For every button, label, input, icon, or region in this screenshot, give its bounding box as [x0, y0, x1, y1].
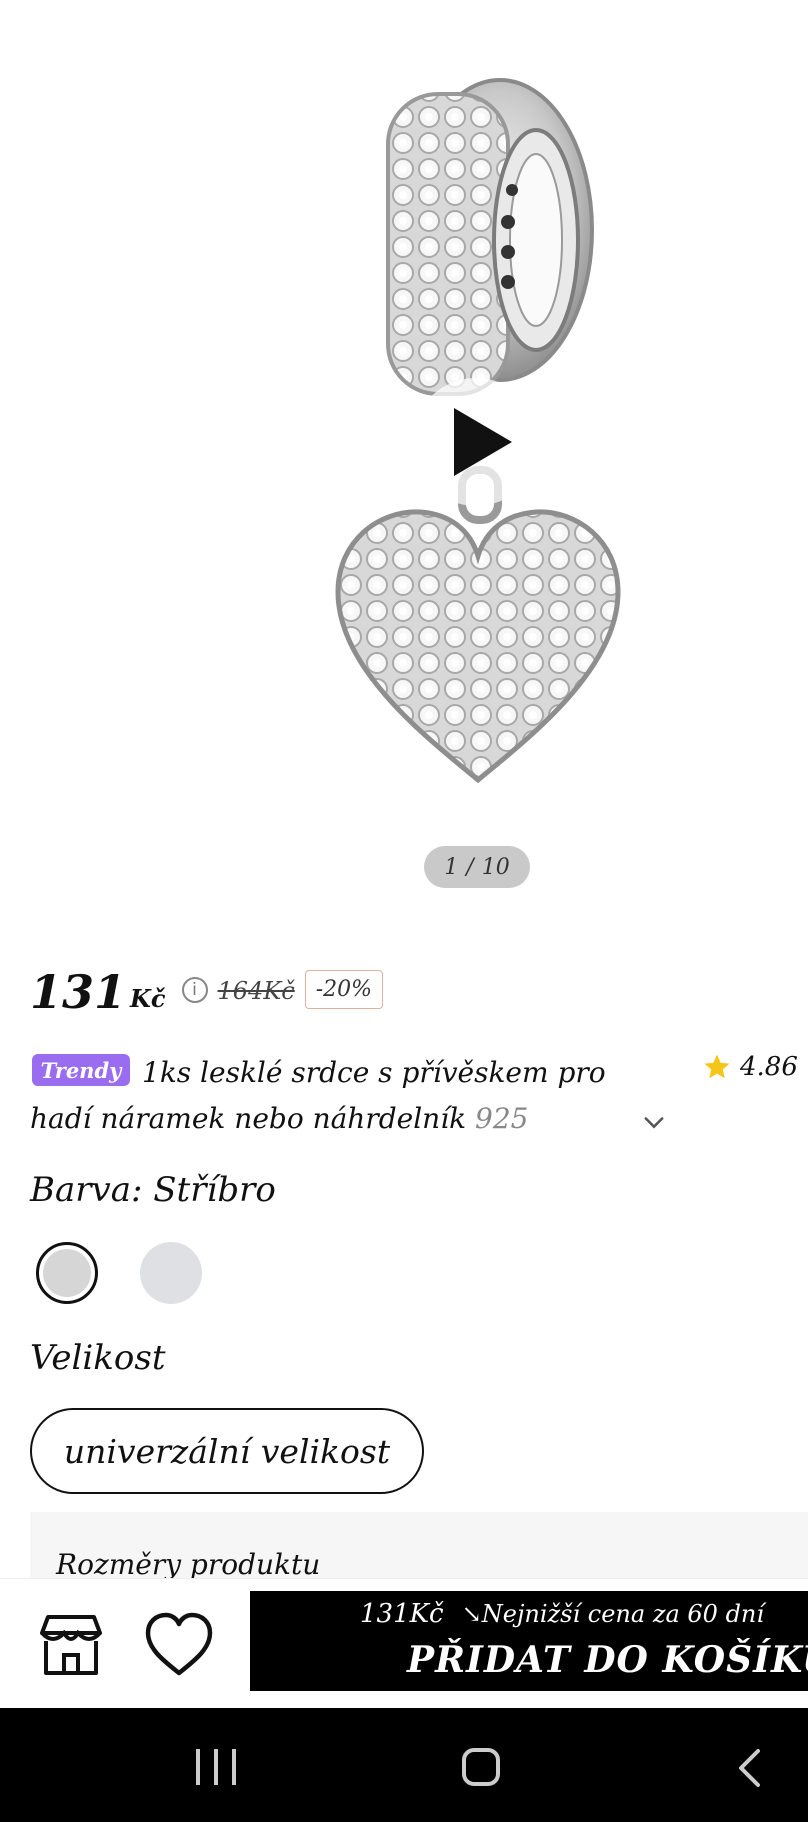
add-to-cart-button[interactable]: 131Kč ↘Nejnižší cena za 60 dní PŘIDAT DO…: [250, 1591, 808, 1691]
counter-current: 1: [444, 854, 459, 880]
cart-price: 131Kč: [360, 1599, 444, 1629]
bottom-action-bar: 131Kč ↘Nejnižší cena za 60 dní PŘIDAT DO…: [0, 1578, 808, 1708]
counter-separator: /: [466, 854, 474, 880]
trendy-badge: Trendy: [32, 1054, 130, 1086]
current-price: 131: [30, 965, 127, 1019]
color-label: Barva: Stříbro: [30, 1170, 276, 1210]
gallery-counter: 1 / 10: [424, 846, 530, 888]
product-dimensions-section[interactable]: Rozměry produktu: [30, 1512, 808, 1582]
heart-icon[interactable]: [144, 1611, 214, 1677]
price-currency: Kč: [130, 984, 166, 1013]
cart-price-row: 131Kč ↘Nejnižší cena za 60 dní: [360, 1599, 764, 1629]
rating[interactable]: 4.86: [702, 1052, 798, 1082]
product-gallery[interactable]: 1 / 10: [0, 0, 808, 910]
rating-value: 4.86: [740, 1052, 798, 1082]
original-price: 164Kč: [217, 977, 295, 1005]
back-icon[interactable]: [736, 1748, 762, 1788]
size-option-button[interactable]: univerzální velikost: [30, 1408, 424, 1494]
star-icon: [704, 1054, 730, 1079]
chevron-down-icon[interactable]: [640, 1108, 668, 1136]
product-image: [335, 78, 621, 784]
color-swatch-selected[interactable]: [36, 1242, 98, 1304]
product-title-tail: 925: [475, 1102, 529, 1135]
size-label: Velikost: [30, 1338, 166, 1378]
counter-total: 10: [481, 854, 510, 880]
add-to-cart-label: PŘIDAT DO KOŠÍKU: [407, 1639, 808, 1681]
color-swatch[interactable]: [140, 1242, 202, 1304]
discount-badge: -20%: [304, 970, 384, 1009]
info-icon[interactable]: i: [181, 977, 208, 1003]
home-icon[interactable]: [462, 1748, 500, 1786]
play-video-button[interactable]: [412, 378, 540, 506]
recent-apps-icon[interactable]: [196, 1749, 236, 1785]
product-title-block[interactable]: 1ks lesklé srdce s přívěskem pro hadí ná…: [30, 1050, 798, 1142]
lowest-price-note: ↘Nejnižší cena za 60 dní: [461, 1600, 765, 1628]
price-row: 131 Kč i 164Kč -20%: [30, 955, 790, 1015]
dimensions-label: Rozměry produktu: [56, 1548, 321, 1581]
play-icon: [454, 408, 512, 476]
store-icon[interactable]: [36, 1613, 106, 1677]
system-navigation-bar: [0, 1708, 808, 1822]
